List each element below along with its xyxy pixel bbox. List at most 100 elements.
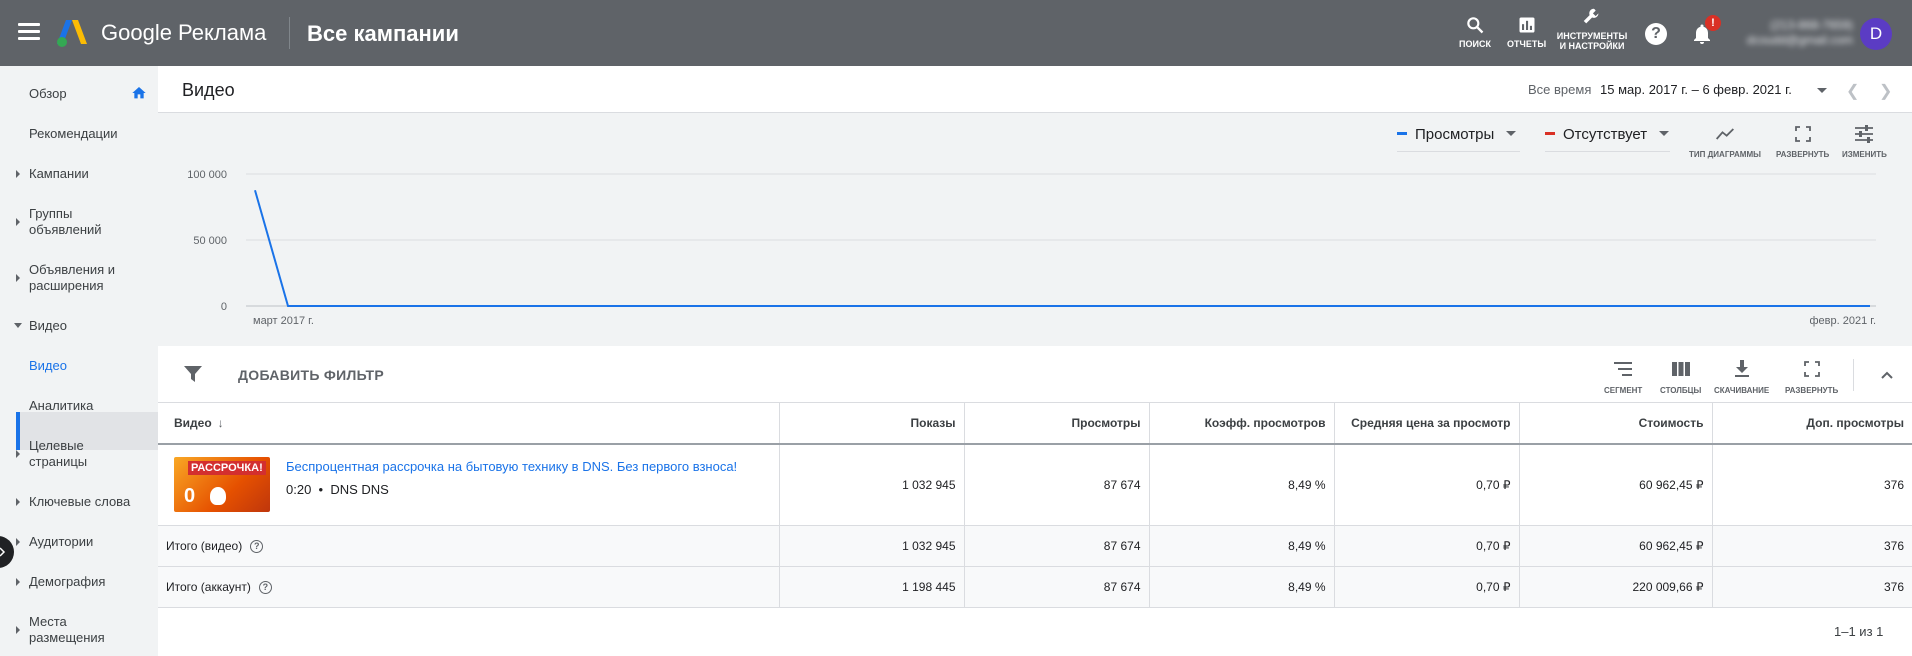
metric2-swatch [1545,132,1555,136]
cell-cost: 60 962,45 ₽ [1519,525,1713,567]
account-info[interactable]: (213-868-7659) dcoudd@gmail.com [1733,18,1853,48]
sidebar-item-videos[interactable]: Видео [0,358,158,374]
views-line-chart: 100 000 50 000 0 март 2017 г. февр. 2021… [187,169,1876,327]
caret-right-icon [16,626,20,634]
column-header-video[interactable]: Видео ↓ [158,403,780,445]
filter-bar: ДОБАВИТЬ ФИЛЬТР СЕГМЕНТ СТОЛБЦЫ СКАЧИВАН… [158,346,1912,403]
chart-expand-label: РАЗВЕРНУТЬ [1776,150,1830,159]
video-channel: DNS DNS [330,482,389,497]
chart-type-label: ТИП ДИАГРАММЫ [1689,150,1761,159]
column-header-cost[interactable]: Стоимость [1519,403,1713,445]
sidebar-item-analytics[interactable]: Аналитика [0,398,158,414]
cell-earned-views: 376 [1712,566,1912,608]
sidebar-item-ads-extensions[interactable]: Объявления и расширения [0,262,158,294]
cell-cost: 220 009,66 ₽ [1519,566,1713,608]
column-header-avg-cpv[interactable]: Средняя цена за просмотр [1334,403,1520,445]
video-title-link[interactable]: Беспроцентная рассрочка на бытовую техни… [286,459,737,474]
chart-type-button[interactable]: ТИП ДИАГРАММЫ [1689,122,1761,159]
help-icon[interactable]: ? [258,581,272,595]
series-line-views [254,189,1870,307]
table-row: РАССРОЧКА! 0 Беспроцентная рассрочка на … [158,444,1912,526]
metric1-label: Просмотры [1415,126,1495,143]
chart-expand-button[interactable]: РАЗВЕРНУТЬ [1776,122,1829,159]
videos-table: Видео ↓ Показы Просмотры Коэфф. просмотро… [158,403,1912,608]
total-label-cell: Итого (видео)? [158,525,780,567]
metric-selector-2[interactable]: Отсутствует [1545,126,1670,152]
metric2-label: Отсутствует [1563,126,1648,143]
chevron-right-icon[interactable]: ❯ [1879,81,1892,101]
column-header-views[interactable]: Просмотры [964,403,1150,445]
search-button[interactable]: ПОИСК [1459,14,1491,49]
sidebar-item-overview[interactable]: Обзор [0,86,158,102]
reports-label: ОТЧЕТЫ [1507,39,1547,49]
sidebar-item-keywords[interactable]: Ключевые слова [0,494,158,510]
columns-icon [1671,358,1690,380]
cell-views: 87 674 [964,525,1150,567]
cell-impressions: 1 032 945 [779,444,965,526]
chevron-left-icon[interactable]: ❮ [1846,81,1859,101]
account-phone: (213-868-7659) [1770,18,1853,32]
cell-avg-cpv: 0,70 ₽ [1334,525,1520,567]
help-icon[interactable]: ? [1645,23,1667,45]
add-filter-button[interactable]: ДОБАВИТЬ ФИЛЬТР [238,367,384,383]
filter-icon[interactable] [184,366,202,382]
column-header-view-rate[interactable]: Коэфф. просмотров [1149,403,1335,445]
avatar[interactable]: D [1860,18,1892,50]
tune-icon [1854,122,1874,146]
caret-right-icon [16,498,20,506]
caret-right-icon [16,170,20,178]
google-ads-logo-icon [57,20,87,47]
segment-button[interactable]: СЕГМЕНТ [1604,358,1642,395]
metric1-swatch [1397,132,1407,136]
account-title[interactable]: Все кампании [307,21,459,47]
pagination-info: 1–1 из 1 [1834,624,1884,639]
column-header-label: Видео [174,416,212,430]
column-header-earned-views[interactable]: Доп. просмотры [1712,403,1912,445]
date-range-value[interactable]: 15 мар. 2017 г. – 6 февр. 2021 г. [1600,82,1792,97]
sidebar-item-campaigns[interactable]: Кампании [0,166,158,182]
cell-views: 87 674 [964,566,1150,608]
date-range-dropdown-icon[interactable] [1817,88,1827,93]
sidebar-item-recommendations[interactable]: Рекомендации [0,126,158,142]
thumbnail-caption: РАССРОЧКА! [188,461,266,475]
brand-name: Google Реклама [101,20,267,45]
sidebar-item-placements[interactable]: Места размещения [0,614,158,646]
date-range-label: Все время [1528,82,1592,97]
reports-button[interactable]: ОТЧЕТЫ [1507,14,1546,49]
chart-edit-button[interactable]: ИЗМЕНИТЬ [1842,122,1887,159]
segment-label: СЕГМЕНТ [1604,386,1643,395]
download-button[interactable]: СКАЧИВАНИЕ [1714,358,1769,395]
download-icon [1734,358,1750,380]
segment-icon [1614,358,1633,380]
page-header: Видео Все время 15 мар. 2017 г. – 6 февр… [158,66,1912,113]
sidebar-item-videos-group[interactable]: Видео [0,318,158,334]
columns-button[interactable]: СТОЛБЦЫ [1660,358,1701,395]
menu-icon[interactable] [18,23,40,41]
tools-settings-button[interactable]: ИНСТРУМЕНТЫ И НАСТРОЙКИ [1557,6,1627,51]
cell-earned-views: 376 [1712,444,1912,526]
help-icon[interactable]: ? [250,540,264,554]
sidebar-item-ad-groups[interactable]: Группы объявлений [0,206,158,238]
column-header-impressions[interactable]: Показы [779,403,965,445]
top-bar: Google Реклама Все кампании ПОИСК ОТЧЕТЫ… [0,0,1912,66]
wrench-icon [1581,6,1603,28]
cell-view-rate: 8,49 % [1149,566,1335,608]
chevron-up-icon[interactable] [1880,368,1894,382]
sidebar-item-audiences[interactable]: Аудитории [0,534,158,550]
table-header-row: Видео ↓ Показы Просмотры Коэфф. просмотро… [158,403,1912,445]
cell-avg-cpv: 0,70 ₽ [1334,566,1520,608]
chevron-right-icon [0,547,6,557]
thumbnail-digit: 0 [184,485,196,507]
total-label: Итого (видео) [166,538,243,553]
video-meta: 0:20 • DNS DNS [286,482,389,497]
sidebar-item-demographics[interactable]: Демография [0,574,158,590]
columns-label: СТОЛБЦЫ [1660,386,1702,395]
metric-selector-1[interactable]: Просмотры [1397,126,1520,152]
sidebar-item-landing-pages[interactable]: Целевые страницы [0,438,158,470]
video-info: РАССРОЧКА! 0 Беспроцентная рассрочка на … [158,445,779,525]
table-expand-button[interactable]: РАЗВЕРНУТЬ [1785,358,1838,395]
fullscreen-icon [1803,358,1820,380]
reports-icon [1517,14,1537,36]
video-thumbnail[interactable]: РАССРОЧКА! 0 [174,457,270,512]
arrow-down-icon: ↓ [217,416,224,430]
